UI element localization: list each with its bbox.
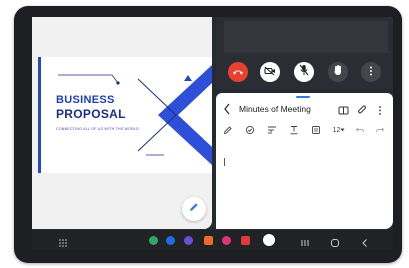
slide-preview[interactable]: BUSINESS PROPOSAL CONNECTING ALL OF US W…	[38, 57, 212, 173]
slides-app-icon[interactable]	[204, 236, 213, 245]
font-size-value: 12	[332, 126, 341, 134]
insert-icon[interactable]	[310, 124, 322, 136]
edit-button[interactable]	[182, 197, 206, 221]
internet-app-icon[interactable]	[184, 236, 193, 245]
hangup-button[interactable]	[228, 62, 248, 82]
text-format-icon[interactable]	[266, 124, 278, 136]
pen-icon[interactable]	[222, 124, 234, 136]
hangup-icon	[232, 63, 244, 81]
page: BUSINESS PROPOSAL CONNECTING ALL OF US W…	[0, 0, 409, 268]
slide-connector-dot	[116, 81, 120, 85]
video-app-icon[interactable]	[241, 236, 250, 245]
app-drawer-icon[interactable]	[58, 235, 68, 250]
split-drag-handle[interactable]	[296, 96, 310, 98]
back-icon[interactable]	[223, 102, 231, 120]
more-vert-icon	[369, 63, 373, 81]
undo-icon[interactable]	[354, 124, 366, 136]
recent-apps-icon[interactable]	[300, 235, 310, 250]
phone-app-icon[interactable]	[149, 236, 158, 245]
format-toolbar: 12	[216, 124, 393, 138]
note-title[interactable]: Minutes of Meeting	[239, 104, 311, 114]
text-cursor[interactable]	[224, 158, 225, 166]
video-off-icon	[264, 63, 276, 81]
raise-hand-button[interactable]	[328, 62, 348, 82]
notes-pane[interactable]: Minutes of Meeting 12	[216, 93, 393, 229]
taskbar	[32, 230, 393, 250]
notes-header: Minutes of Meeting	[216, 99, 393, 119]
mic-off-icon	[299, 63, 309, 81]
checkbox-icon[interactable]	[244, 124, 256, 136]
tablet-screen: BUSINESS PROPOSAL CONNECTING ALL OF US W…	[32, 17, 393, 250]
presentation-pane[interactable]: BUSINESS PROPOSAL CONNECTING ALL OF US W…	[32, 17, 212, 229]
chevron-down-icon	[340, 128, 345, 132]
gallery-app-icon[interactable]	[222, 236, 231, 245]
call-more-button[interactable]	[361, 62, 381, 82]
meet-app-icon[interactable]	[263, 234, 275, 246]
slide-tagline: CONNECTING ALL OF US WITH THE WORLD	[56, 127, 139, 131]
book-icon[interactable]	[338, 103, 349, 121]
messages-app-icon[interactable]	[166, 236, 175, 245]
redo-icon[interactable]	[374, 124, 386, 136]
raise-hand-icon	[333, 63, 343, 81]
slide-small-triangle	[184, 75, 192, 81]
slide-connector-line	[58, 74, 119, 84]
video-call-pane	[216, 17, 393, 89]
back-nav-icon[interactable]	[360, 235, 370, 250]
text-underline-icon[interactable]	[288, 124, 300, 136]
home-icon[interactable]	[330, 235, 340, 250]
more-vert-icon[interactable]	[378, 103, 382, 121]
slide-title-line2: PROPOSAL	[56, 107, 126, 121]
pen-icon	[188, 200, 200, 218]
attach-icon[interactable]	[357, 103, 367, 121]
mic-toggle-button[interactable]	[294, 62, 314, 82]
font-size-selector[interactable]: 12	[330, 124, 348, 136]
video-toggle-button[interactable]	[260, 62, 280, 82]
slide-title-line1: BUSINESS	[56, 94, 115, 106]
call-video-area	[224, 21, 388, 53]
